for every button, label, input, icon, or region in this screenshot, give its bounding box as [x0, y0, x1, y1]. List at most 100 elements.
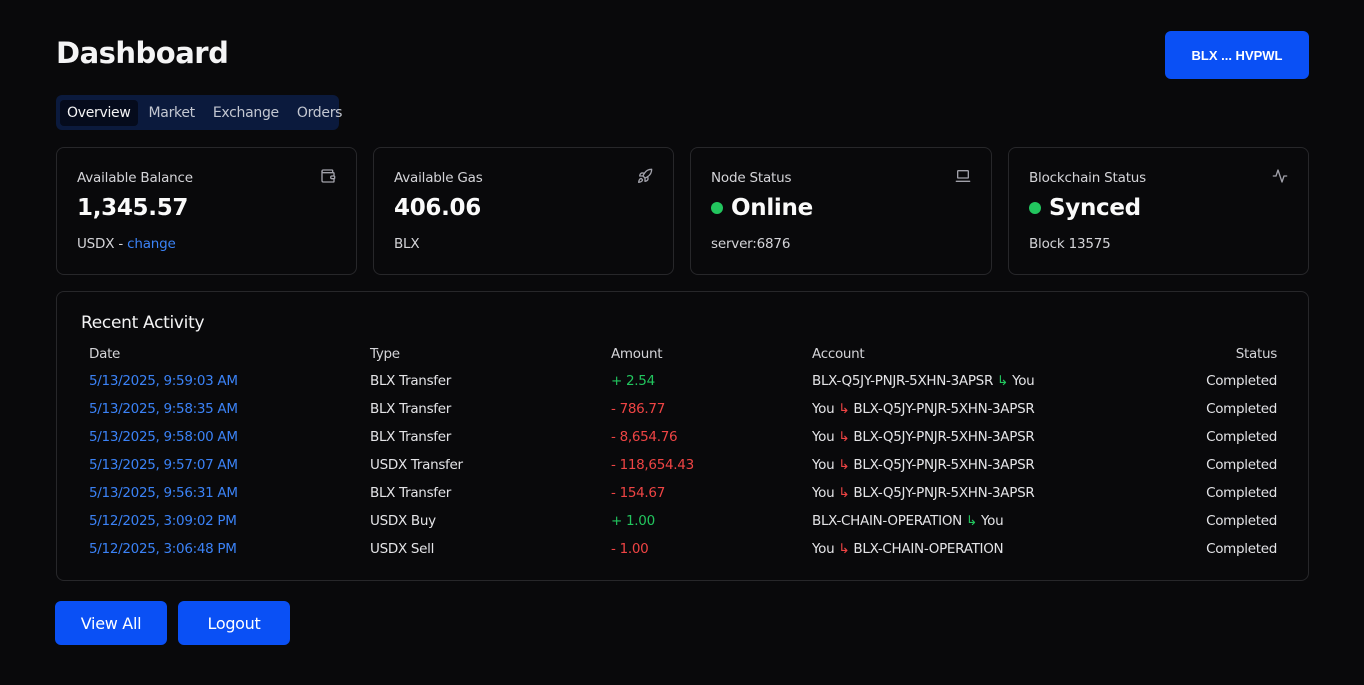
- account-from: BLX-CHAIN-OPERATION: [812, 513, 962, 529]
- balance-label: Available Balance: [77, 170, 193, 186]
- table-row: 5/13/2025, 9:58:35 AM BLX Transfer - 786.7…: [81, 395, 1285, 423]
- account-to: BLX-Q5JY-PNJR-5XHN-3APSR: [853, 485, 1035, 501]
- account-from: You: [812, 429, 835, 445]
- row-date[interactable]: 5/12/2025, 3:06:48 PM: [81, 535, 362, 563]
- row-amount: - 154.67: [611, 485, 665, 501]
- node-server: server:6876: [711, 236, 791, 252]
- account-from: You: [812, 457, 835, 473]
- activity-table: Date Type Amount Account Status 5/13/202…: [81, 341, 1285, 563]
- tab-orders[interactable]: Orders: [290, 100, 349, 126]
- row-date[interactable]: 5/13/2025, 9:59:03 AM: [81, 367, 362, 395]
- row-account: You ↳ BLX-Q5JY-PNJR-5XHN-3APSR: [804, 395, 1156, 423]
- blockchain-status-card: Blockchain Status Synced Block 13575: [1008, 147, 1309, 275]
- gas-label: Available Gas: [394, 170, 483, 186]
- table-row: 5/13/2025, 9:56:31 AM BLX Transfer - 154.6…: [81, 479, 1285, 507]
- recent-activity-title: Recent Activity: [81, 313, 205, 333]
- table-row: 5/13/2025, 9:57:07 AM USDX Transfer - 118,…: [81, 451, 1285, 479]
- row-status: Completed: [1206, 513, 1277, 529]
- account-to: BLX-Q5JY-PNJR-5XHN-3APSR: [853, 429, 1035, 445]
- gas-card: Available Gas 406.06 BLX: [373, 147, 674, 275]
- column-header-account: Account: [812, 346, 865, 362]
- account-button[interactable]: BLX ... HVPWL: [1165, 31, 1309, 79]
- synced-status-dot: [1029, 202, 1041, 214]
- node-status-text: Online: [731, 195, 813, 221]
- change-currency-link[interactable]: change: [127, 236, 176, 252]
- node-status-value: Online: [711, 195, 813, 221]
- account-to: BLX-Q5JY-PNJR-5XHN-3APSR: [853, 457, 1035, 473]
- column-header-status: Status: [1235, 346, 1278, 362]
- balance-currency: USDX -: [77, 236, 128, 252]
- row-date[interactable]: 5/12/2025, 3:09:02 PM: [81, 507, 362, 535]
- gas-sub: BLX: [394, 236, 420, 252]
- row-account: BLX-CHAIN-OPERATION ↳ You: [804, 507, 1156, 535]
- tab-exchange[interactable]: Exchange: [206, 100, 286, 126]
- table-row: 5/12/2025, 3:09:02 PM USDX Buy + 1.00 BLX-C…: [81, 507, 1285, 535]
- transfer-arrow-icon: ↳: [997, 373, 1009, 389]
- account-from: BLX-Q5JY-PNJR-5XHN-3APSR: [812, 373, 994, 389]
- account-to: You: [980, 513, 1004, 529]
- transfer-arrow-icon: ↳: [965, 513, 977, 529]
- transfer-arrow-icon: ↳: [838, 401, 850, 417]
- node-status-label: Node Status: [711, 170, 792, 186]
- tab-bar: Overview Market Exchange Orders: [56, 95, 342, 130]
- tab-market[interactable]: Market: [142, 100, 202, 126]
- account-to: BLX-CHAIN-OPERATION: [853, 541, 1004, 557]
- column-header-date: Date: [89, 346, 121, 362]
- column-header-type: Type: [370, 346, 400, 362]
- view-all-button[interactable]: View All: [55, 601, 167, 645]
- row-status: Completed: [1206, 401, 1277, 417]
- wallet-icon: [320, 168, 336, 184]
- row-amount: + 1.00: [611, 513, 655, 529]
- row-account: You ↳ BLX-Q5JY-PNJR-5XHN-3APSR: [804, 423, 1156, 451]
- table-row: 5/13/2025, 9:59:03 AM BLX Transfer + 2.54 B…: [81, 367, 1285, 395]
- activity-table-body: 5/13/2025, 9:59:03 AM BLX Transfer + 2.54 B…: [81, 367, 1285, 563]
- row-type: BLX Transfer: [370, 373, 452, 389]
- row-type: BLX Transfer: [370, 401, 452, 417]
- row-amount: - 1.00: [611, 541, 649, 557]
- account-to: BLX-Q5JY-PNJR-5XHN-3APSR: [853, 401, 1035, 417]
- column-header-amount: Amount: [611, 346, 663, 362]
- row-account: You ↳ BLX-Q5JY-PNJR-5XHN-3APSR: [804, 451, 1156, 479]
- row-type: USDX Transfer: [370, 457, 463, 473]
- row-status: Completed: [1206, 485, 1277, 501]
- node-status-card: Node Status Online server:6876: [690, 147, 992, 275]
- gas-value: 406.06: [394, 195, 481, 221]
- account-to: You: [1012, 373, 1035, 389]
- row-date[interactable]: 5/13/2025, 9:56:31 AM: [81, 479, 362, 507]
- blockchain-status-text: Synced: [1049, 195, 1141, 221]
- transfer-arrow-icon: ↳: [838, 429, 850, 445]
- row-account: You ↳ BLX-CHAIN-OPERATION: [804, 535, 1156, 563]
- balance-sub: USDX - change: [77, 236, 176, 252]
- row-type: BLX Transfer: [370, 429, 452, 445]
- row-date[interactable]: 5/13/2025, 9:57:07 AM: [81, 451, 362, 479]
- row-type: BLX Transfer: [370, 485, 452, 501]
- block-number: Block 13575: [1029, 236, 1111, 252]
- table-row: 5/12/2025, 3:06:48 PM USDX Sell - 1.00 You …: [81, 535, 1285, 563]
- row-date[interactable]: 5/13/2025, 9:58:00 AM: [81, 423, 362, 451]
- balance-value: 1,345.57: [77, 195, 189, 221]
- row-status: Completed: [1206, 429, 1277, 445]
- blockchain-status-value: Synced: [1029, 195, 1141, 221]
- blockchain-status-label: Blockchain Status: [1029, 170, 1146, 186]
- row-date[interactable]: 5/13/2025, 9:58:35 AM: [81, 395, 362, 423]
- recent-activity-panel: Recent Activity Date Type Amount Account…: [56, 291, 1309, 581]
- row-type: USDX Sell: [370, 541, 435, 557]
- balance-card: Available Balance 1,345.57 USDX - change: [56, 147, 357, 275]
- logout-button[interactable]: Logout: [178, 601, 290, 645]
- transfer-arrow-icon: ↳: [838, 457, 850, 473]
- row-amount: - 118,654.43: [611, 457, 694, 473]
- activity-icon: [1272, 168, 1288, 184]
- account-from: You: [812, 401, 835, 417]
- row-amount: - 786.77: [611, 401, 665, 417]
- account-from: You: [812, 485, 835, 501]
- row-status: Completed: [1206, 373, 1277, 389]
- row-type: USDX Buy: [370, 513, 436, 529]
- page-title: Dashboard: [56, 36, 229, 70]
- account-from: You: [812, 541, 835, 557]
- table-header-row: Date Type Amount Account Status: [81, 341, 1285, 367]
- table-row: 5/13/2025, 9:58:00 AM BLX Transfer - 8,654…: [81, 423, 1285, 451]
- transfer-arrow-icon: ↳: [838, 541, 850, 557]
- row-status: Completed: [1206, 541, 1277, 557]
- row-account: You ↳ BLX-Q5JY-PNJR-5XHN-3APSR: [804, 479, 1156, 507]
- tab-overview[interactable]: Overview: [60, 99, 138, 126]
